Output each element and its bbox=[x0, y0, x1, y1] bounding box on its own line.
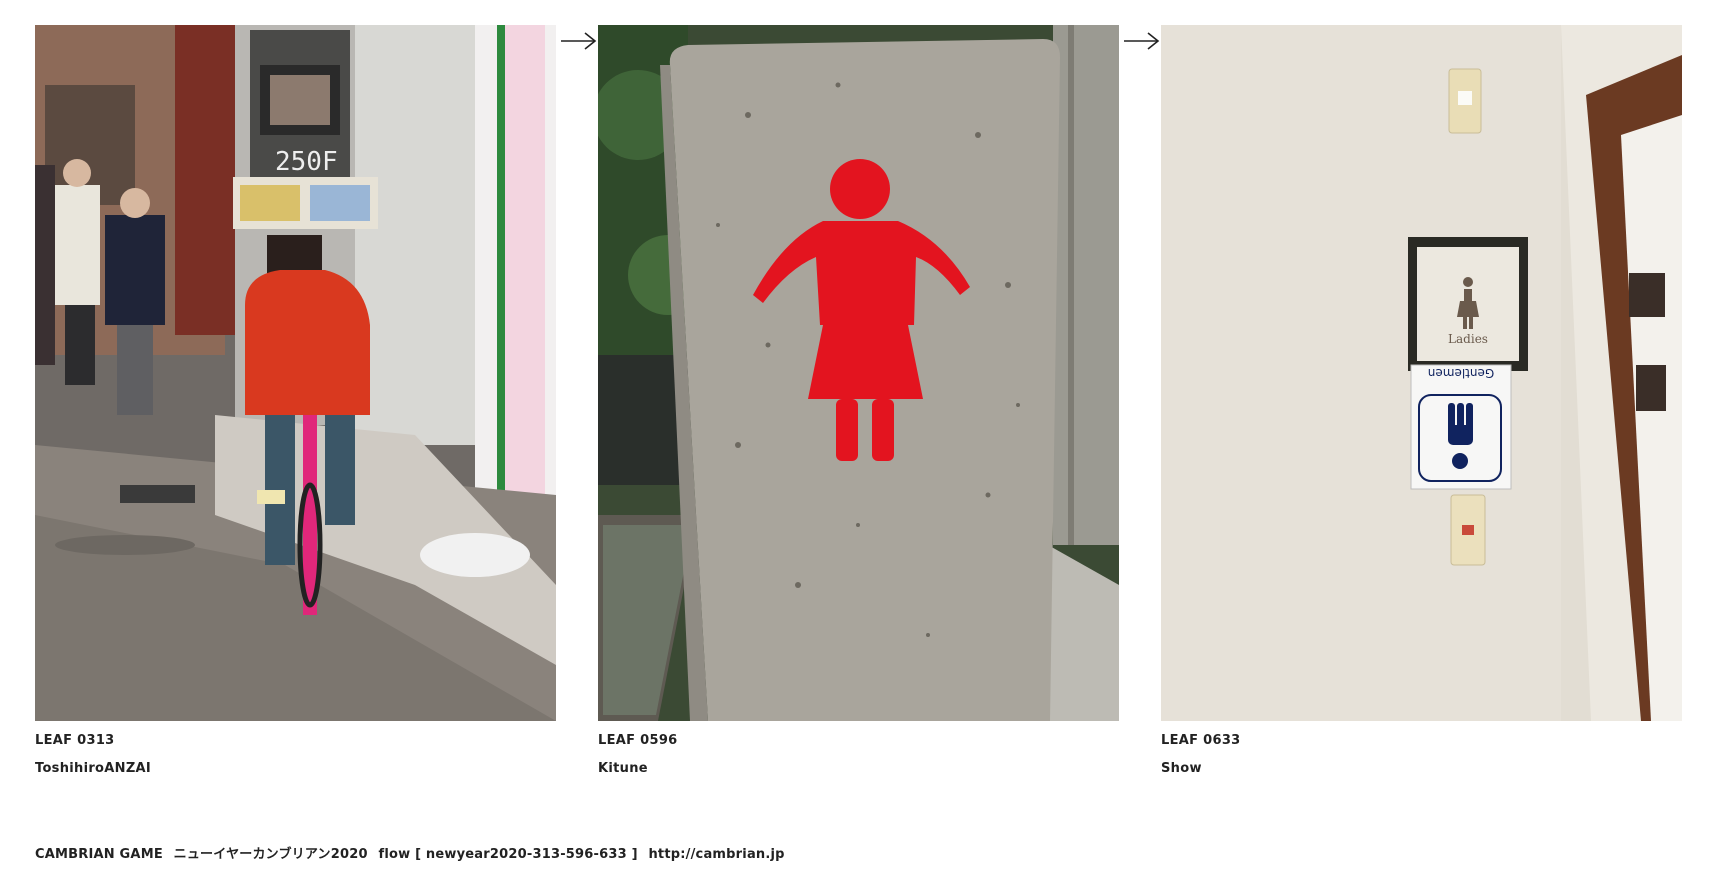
leaf-code: LEAF 0313 bbox=[35, 733, 115, 748]
leaf-author[interactable]: Show bbox=[1161, 761, 1202, 776]
leaf-code: LEAF 0596 bbox=[598, 733, 678, 748]
sign-250f-text: 250F bbox=[275, 147, 338, 177]
footer-url-link[interactable]: http://cambrian.jp bbox=[648, 847, 784, 862]
footer: CAMBRIAN GAME ニューイヤーカンブリアン2020 flow [ ne… bbox=[35, 843, 791, 862]
photo-leaf-0633[interactable]: Ladies Gentlemen bbox=[1161, 25, 1682, 721]
leaf-code: LEAF 0633 bbox=[1161, 733, 1241, 748]
leaf-author[interactable]: Kitune bbox=[598, 761, 648, 776]
ladies-sign-text: Ladies bbox=[1448, 332, 1488, 346]
footer-title: ニューイヤーカンブリアン2020 bbox=[173, 847, 368, 862]
photo-leaf-0313[interactable]: 250F bbox=[35, 25, 556, 721]
footer-game: CAMBRIAN GAME bbox=[35, 847, 163, 862]
footer-flow: flow [ newyear2020-313-596-633 ] bbox=[378, 847, 638, 862]
gentlemen-sign-text: Gentlemen bbox=[1428, 366, 1494, 380]
arrow-right-icon bbox=[561, 30, 597, 52]
photo-leaf-0596[interactable] bbox=[598, 25, 1119, 721]
leaf-author[interactable]: ToshihiroANZAI bbox=[35, 761, 151, 776]
arrow-right-icon bbox=[1124, 30, 1160, 52]
